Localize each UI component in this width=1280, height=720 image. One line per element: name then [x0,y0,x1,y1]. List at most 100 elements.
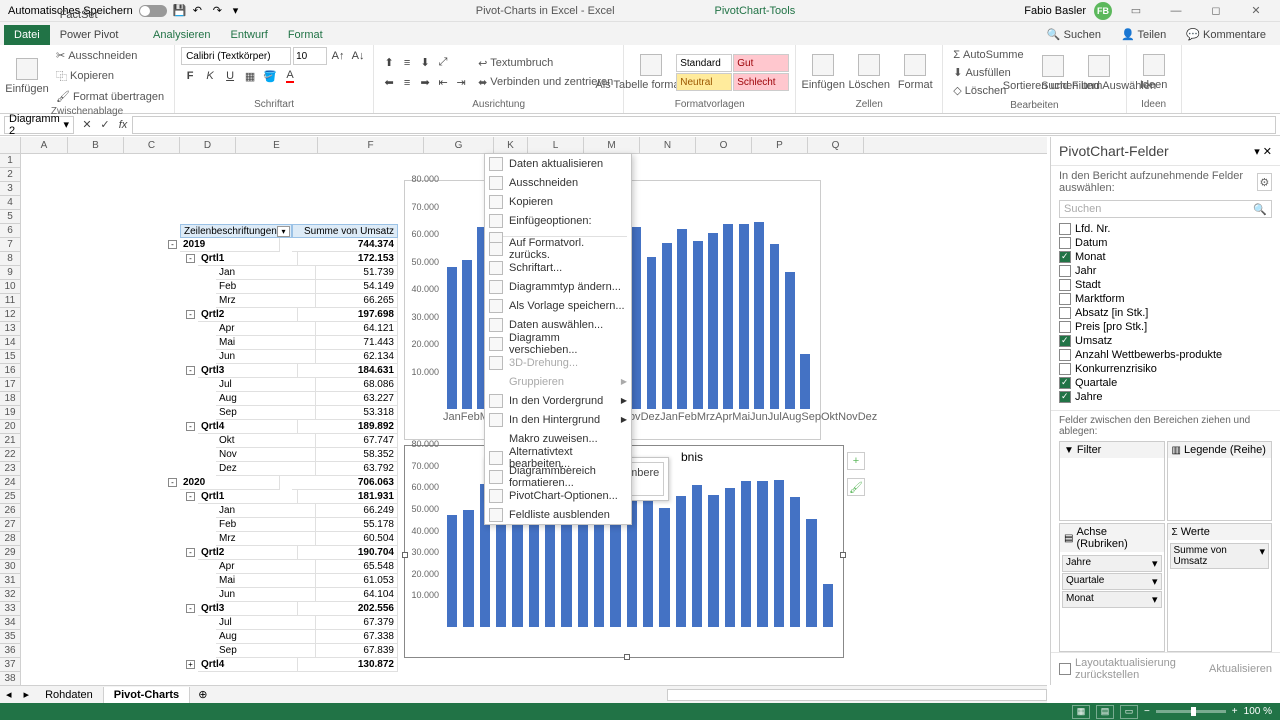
context-menu-item[interactable]: Diagramm verschieben... [485,334,631,353]
cell[interactable]: 64.104 [292,588,398,602]
field-item[interactable]: Stadt [1059,278,1272,292]
row-header[interactable]: 37 [0,658,21,672]
outline-toggle[interactable]: - [186,254,195,263]
save-icon[interactable]: 💾 [173,4,187,18]
field-checkbox[interactable] [1059,293,1071,305]
search-tab[interactable]: 🔍 Suchen [1037,24,1111,45]
outline-toggle[interactable]: - [186,604,195,613]
find-select-button[interactable]: Suchen und Auswählen [1078,53,1120,94]
border-icon[interactable]: ▦ [241,67,259,85]
fx-icon[interactable]: fx [114,116,132,134]
row-header[interactable]: 33 [0,602,21,616]
sheet-tab[interactable]: Rohdaten [35,687,104,703]
row-header[interactable]: 34 [0,616,21,630]
cell[interactable]: 65.548 [292,560,398,574]
cell[interactable]: 54.149 [292,280,398,294]
col-header[interactable]: M [584,137,640,153]
bar[interactable] [806,519,816,627]
row-header[interactable]: 25 [0,490,21,504]
field-checkbox[interactable] [1059,321,1071,333]
close-icon[interactable]: ✕ [1240,0,1272,22]
row-header[interactable]: 22 [0,448,21,462]
row-header[interactable]: 38 [0,672,21,685]
cell[interactable]: 184.631 [292,364,398,378]
col-header[interactable]: N [640,137,696,153]
copy-button[interactable]: ⿻ Kopieren [52,66,168,86]
axis-area[interactable]: ▤ Achse (Rubriken)Jahre▾Quartale▾Monat▾ [1059,523,1165,652]
cell[interactable]: 172.153 [292,252,398,266]
cell[interactable]: 53.318 [292,406,398,420]
cell[interactable]: 190.704 [292,546,398,560]
cell[interactable]: 189.892 [292,420,398,434]
bar[interactable] [785,272,795,410]
field-checkbox[interactable] [1059,251,1071,263]
context-menu-item[interactable]: In den Vordergrund▶ [485,391,631,410]
field-item[interactable]: Marktform [1059,292,1272,306]
row-header[interactable]: 24 [0,476,21,490]
add-sheet-icon[interactable]: ⊕ [190,688,215,701]
grow-font-icon[interactable]: A↑ [329,47,347,65]
bar[interactable] [770,244,780,409]
row-header[interactable]: 11 [0,294,21,308]
field-checkbox[interactable] [1059,279,1071,291]
cell[interactable]: 2020 [180,476,280,490]
row-header[interactable]: 23 [0,462,21,476]
cell[interactable]: 62.134 [292,350,398,364]
indent-inc-icon[interactable]: ⇥ [452,74,470,92]
fx-confirm-icon[interactable]: ✓ [96,116,114,134]
field-item[interactable]: Anzahl Wettbewerbs-produkte [1059,348,1272,362]
field-item[interactable]: Konkurrenzrisiko [1059,362,1272,376]
ribbon-options-icon[interactable]: ▭ [1120,0,1152,22]
bar[interactable] [692,485,702,627]
bar[interactable] [693,241,703,409]
axis-field-tag[interactable]: Quartale▾ [1062,573,1162,590]
bar[interactable] [659,508,669,627]
row-header[interactable]: 31 [0,574,21,588]
tab-format[interactable]: Format [278,25,333,45]
row-header[interactable]: 28 [0,532,21,546]
col-header[interactable]: B [68,137,124,153]
cell[interactable]: Qrtl3 [198,364,298,378]
col-header[interactable]: E [236,137,318,153]
field-checkbox[interactable] [1059,335,1071,347]
bar[interactable] [739,224,749,409]
tab-analysieren[interactable]: Analysieren [143,25,220,45]
cell[interactable]: Qrtl1 [198,252,298,266]
context-menu-item[interactable]: PivotChart-Optionen... [485,486,631,505]
comments-button[interactable]: 💬 Kommentare [1176,24,1276,45]
row-header[interactable]: 21 [0,434,21,448]
cut-button[interactable]: ✂ Ausschneiden [52,47,168,64]
row-labels-dropdown[interactable]: ▾ [277,226,290,237]
cell[interactable]: 63.792 [292,462,398,476]
cell[interactable]: 66.249 [292,504,398,518]
field-pane-dropdown-icon[interactable]: ▾ [1254,146,1260,158]
qat-dropdown-icon[interactable]: ▾ [233,4,247,18]
field-checkbox[interactable] [1059,265,1071,277]
align-top-icon[interactable]: ⬆ [380,54,398,72]
row-header[interactable]: 27 [0,518,21,532]
row-header[interactable]: 8 [0,252,21,266]
field-item[interactable]: Jahre [1059,390,1272,404]
bar[interactable] [757,481,767,627]
legend-area[interactable]: ▥ Legende (Reihe) [1167,441,1273,521]
align-left-icon[interactable]: ⬅ [380,74,398,92]
cell[interactable]: 51.739 [292,266,398,280]
cell[interactable]: 130.872 [292,658,398,672]
cell[interactable]: 61.053 [292,574,398,588]
row-header[interactable]: 9 [0,266,21,280]
bar[interactable] [447,267,457,409]
row-header[interactable]: 13 [0,322,21,336]
formula-bar[interactable] [132,116,1276,134]
field-checkbox[interactable] [1059,237,1071,249]
field-item[interactable]: Umsatz [1059,334,1272,348]
zoom-out-icon[interactable]: − [1144,706,1150,717]
context-menu-item[interactable]: Diagrammbereich formatieren... [485,467,631,486]
zoom-in-icon[interactable]: + [1232,706,1238,717]
col-header[interactable]: F [318,137,424,153]
cell[interactable]: 58.352 [292,448,398,462]
shrink-font-icon[interactable]: A↓ [349,47,367,65]
bar[interactable] [676,496,686,627]
share-button[interactable]: 👤 Teilen [1111,24,1176,45]
style-neutral[interactable]: Neutral [676,73,732,91]
row-header[interactable]: 35 [0,630,21,644]
